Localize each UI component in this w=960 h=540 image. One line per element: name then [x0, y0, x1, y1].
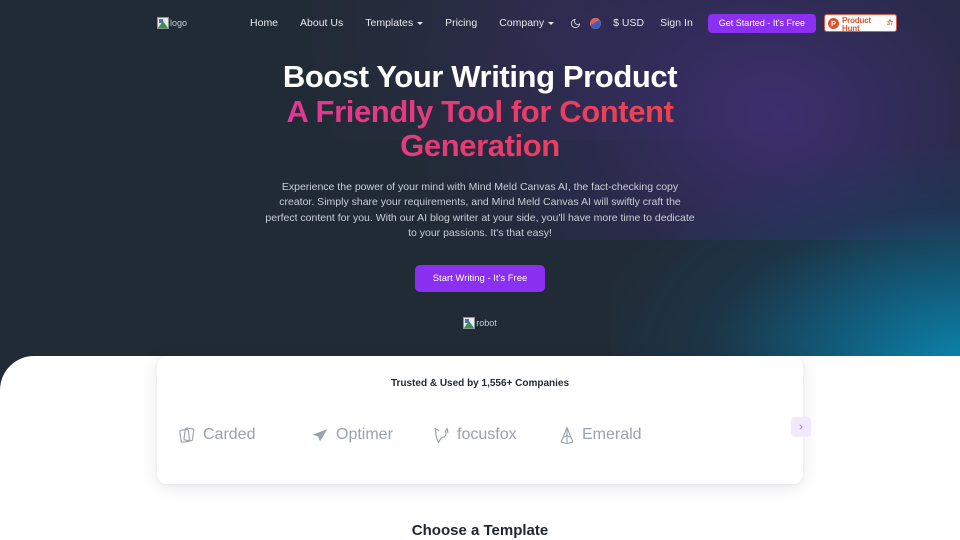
- nav-item-templates[interactable]: Templates: [354, 13, 434, 33]
- chevron-down-icon: [548, 22, 555, 25]
- start-writing-button[interactable]: Start Writing - It's Free: [414, 265, 546, 293]
- product-hunt-badge[interactable]: P AVAILABLE ON Product Hunt ▲ 37: [824, 14, 898, 32]
- globe-flag-icon: [589, 17, 601, 29]
- nav-item-about-us-label: About Us: [300, 17, 344, 29]
- language-selector-button[interactable]: [585, 13, 605, 33]
- nav-item-pricing-label: Pricing: [445, 17, 478, 29]
- nav-item-home-label: Home: [250, 17, 279, 29]
- trusted-companies-title: Trusted & Used by 1,556+ Companies: [390, 378, 570, 389]
- company-logo-optimer[interactable]: Optimer: [311, 426, 433, 444]
- nav-item-company-label: Company: [499, 17, 545, 29]
- trusted-companies-card: Trusted & Used by 1,556+ Companies Carde…: [157, 356, 811, 484]
- currency-selector[interactable]: $ USD: [605, 13, 652, 33]
- chevron-right-icon: [799, 424, 803, 430]
- choose-template-heading: Choose a Template: [411, 522, 549, 539]
- theme-toggle-button[interactable]: [565, 13, 585, 33]
- company-logo-carded-label: Carded: [203, 426, 256, 443]
- product-hunt-text: AVAILABLE ON Product Hunt: [842, 15, 887, 32]
- company-logo-emerald-label: Emerald: [582, 426, 642, 443]
- paper-plane-icon: [312, 429, 328, 442]
- company-logo-focusfox[interactable]: focusfox: [433, 426, 559, 445]
- product-hunt-logo-icon: P: [828, 17, 840, 29]
- nav-item-templates-label: Templates: [365, 17, 414, 29]
- hero-cta-wrapper: Start Writing - It's Free: [0, 265, 960, 293]
- product-hunt-upvotes: ▲ 37: [887, 18, 893, 28]
- hero-title-accent: A Friendly Tool for Content Generation: [240, 94, 720, 164]
- hero-description: Experience the power of your mind with M…: [265, 181, 695, 239]
- logo-alt-text: logo: [170, 17, 188, 28]
- nav-links: Home About Us Templates Pricing Company: [239, 13, 565, 33]
- upvote-count: 37: [886, 21, 894, 28]
- company-logo-optimer-label: Optimer: [336, 426, 393, 443]
- hero-title-line1: Boost Your Writing Product: [282, 59, 678, 94]
- robot-alt-text: robot: [476, 317, 497, 328]
- chevron-down-icon: [417, 22, 424, 25]
- navbar-actions: $ USD Sign In Get Started - It's Free P …: [565, 13, 898, 33]
- broken-image-glyph: [463, 317, 476, 330]
- logo-broken-image: logo: [157, 17, 187, 29]
- fox-head-icon: [434, 427, 449, 443]
- company-logo-carded[interactable]: Carded: [179, 426, 311, 445]
- gem-icon: [560, 426, 574, 444]
- navbar: logo Home About Us Templates Pricing Com…: [0, 0, 960, 46]
- hero-content: Boost Your Writing Product A Friendly To…: [0, 59, 960, 330]
- hero-image-wrapper: robot: [0, 317, 960, 330]
- broken-image-glyph: [157, 17, 169, 29]
- robot-broken-image: robot: [463, 317, 497, 330]
- company-logo-row: Carded Optimer focusfox Emerald: [157, 415, 811, 455]
- logo-link[interactable]: logo: [157, 13, 187, 33]
- sign-in-link[interactable]: Sign In: [652, 13, 701, 33]
- company-logo-emerald[interactable]: Emerald: [559, 426, 679, 445]
- company-logo-focusfox-label: focusfox: [457, 426, 517, 443]
- page-title: Boost Your Writing Product A Friendly To…: [0, 59, 960, 164]
- carousel-next-button[interactable]: [791, 417, 811, 437]
- nav-item-home[interactable]: Home: [239, 13, 289, 33]
- get-started-button[interactable]: Get Started - It's Free: [707, 13, 817, 33]
- nav-item-pricing[interactable]: Pricing: [434, 13, 488, 33]
- moon-icon: [570, 18, 580, 28]
- stacked-cards-icon: [179, 426, 195, 443]
- nav-item-about-us[interactable]: About Us: [289, 13, 354, 33]
- nav-item-company[interactable]: Company: [488, 13, 565, 33]
- product-hunt-big-text: Product Hunt: [842, 15, 871, 32]
